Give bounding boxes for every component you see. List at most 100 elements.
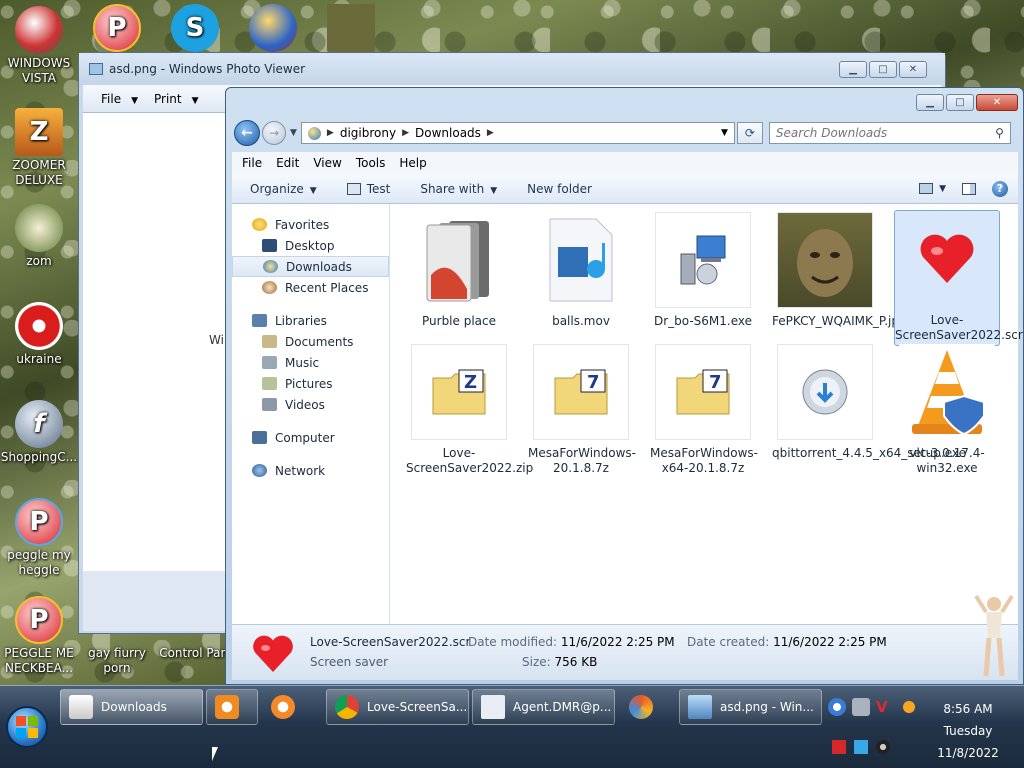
minimize-button[interactable]: ▁ [916,94,944,111]
breadcrumb-separator-icon[interactable]: ▶ [487,128,494,138]
file-item[interactable]: qbittorrent_4.4.5_x64_setup.exe [772,344,966,461]
desktop-icon-peggle[interactable]: P [78,4,156,54]
nav-music[interactable]: Music [232,352,389,373]
address-bar[interactable]: ▶ digibrony ▶ Downloads ▶ ▼ [300,122,735,144]
svg-text:Z: Z [464,372,477,393]
menu-view[interactable]: View [313,156,341,170]
zoomer-icon: Z [15,108,63,156]
desktop-icon-tree[interactable] [312,4,390,54]
nav-documents[interactable]: Documents [232,331,389,352]
nav-videos[interactable]: Videos [232,394,389,415]
file-name: MesaForWindows-x64-20.1.8.7z [650,446,758,475]
breadcrumb-separator-icon[interactable]: ▶ [327,128,334,138]
share-with-button[interactable]: Share with ▼ [420,182,497,196]
taskbar-button-uc-browser[interactable] [262,689,322,725]
desktop-icon [262,239,277,252]
breadcrumb-downloads[interactable]: Downloads [415,126,481,140]
taskbar-button-firefox[interactable] [620,689,674,725]
photo-file-menu[interactable]: File ▼ [101,92,138,106]
desktop-icon-windows-vista[interactable]: WINDOWS VISTA [0,6,78,86]
menu-help[interactable]: Help [399,156,426,170]
nav-recent-places[interactable]: Recent Places [232,277,389,298]
organize-button[interactable]: Organize ▼ [250,182,317,196]
taskbar-button-downloads[interactable]: Downloads [60,689,203,725]
clock[interactable]: 8:56 AM Tuesday 11/8/2022 [930,698,1006,764]
test-button[interactable]: Test [346,182,390,196]
forward-button[interactable]: → [262,121,286,145]
nav-network[interactable]: Network [232,460,389,481]
search-tray-icon[interactable] [900,698,918,716]
taskbar-button-chrome[interactable]: Love-ScreenSa... [326,689,469,725]
maximize-button[interactable]: □ [946,94,974,111]
monitor-tray-icon[interactable] [854,740,868,754]
search-icon[interactable]: ⚲ [995,126,1004,140]
desktop-icon-peggle-neckbeard[interactable]: P PEGGLE ME NECKBEA... [0,596,78,676]
user-folder-icon [307,126,321,140]
preview-pane-button[interactable] [962,182,976,195]
flag-icon[interactable] [832,740,846,754]
search-input[interactable] [775,126,976,140]
taskbar-button-agent[interactable]: Agent.DMR@p... [472,689,615,725]
desktop-icon-gay-fiurry[interactable]: gay fiurry porn [78,646,156,676]
menu-tools[interactable]: Tools [356,156,386,170]
close-button[interactable]: ✕ [976,94,1018,111]
maximize-button[interactable]: □ [869,61,897,78]
chrome-icon [335,695,359,719]
details-pane: Love-ScreenSaver2022.scr Screen saver Da… [232,624,1018,680]
nav-label: Recent Places [285,280,369,295]
menu-label: File [101,91,122,106]
explorer-window[interactable]: ▁ □ ✕ ← → ▼ ▶ digibrony ▶ Downloads ▶ ▼ … [225,87,1024,685]
file-item[interactable]: Purble place [406,212,512,329]
nav-pictures[interactable]: Pictures [232,373,389,394]
file-item[interactable]: balls.mov [528,212,634,329]
nav-desktop[interactable]: Desktop [232,235,389,256]
back-button[interactable]: ← [234,120,260,146]
start-button[interactable] [6,706,48,748]
monitor-icon [346,182,361,195]
file-item[interactable]: vlc-3.0.17.4-win32.exe [894,344,1000,476]
photo-viewer-icon [688,695,712,719]
desktop-icon-peggle-my-heggle[interactable]: P peggle my heggle [0,498,78,578]
antivirus-tray-icon[interactable]: V [876,698,894,716]
volume-icon[interactable] [876,740,890,754]
file-item[interactable]: 7 MesaForWindows-x64-20.1.8.7z [650,344,758,476]
nav-favorites[interactable]: Favorites [232,214,389,235]
change-view-button[interactable]: ▼ [919,183,946,194]
close-button[interactable]: ✕ [899,61,927,78]
taskbar-button-photo-viewer[interactable]: asd.png - Win... [679,689,822,725]
menu-edit[interactable]: Edit [276,156,299,170]
desktop-icon-browser[interactable] [234,4,312,54]
nav-downloads[interactable]: Downloads [232,256,389,277]
breadcrumb-digibrony[interactable]: digibrony [340,126,396,140]
nav-libraries[interactable]: Libraries [232,310,389,331]
qbittorrent-tray-icon[interactable] [828,698,846,716]
help-icon[interactable]: ? [992,180,1008,197]
recent-pages-dropdown[interactable]: ▼ [290,128,297,138]
desktop-icon-zoomer-deluxe[interactable]: Z ZOOMER DELUXE [0,108,78,188]
photo-print-menu[interactable]: Print ▼ [154,92,199,106]
file-item[interactable]: Z Love-ScreenSaver2022.zip [406,344,533,476]
file-item[interactable]: FePKCY_WQAIMK_P.jpg [772,212,907,329]
file-item[interactable]: 7 MesaForWindows-20.1.8.7z [528,344,636,476]
file-item-selected[interactable]: Love-ScreenSaver2022.scr [894,210,1023,346]
new-folder-button[interactable]: New folder [527,182,592,196]
desktop-icon-zom[interactable]: zom [0,204,78,269]
nav-computer[interactable]: Computer [232,427,389,448]
breadcrumb-separator-icon[interactable]: ▶ [402,128,409,138]
minimize-button[interactable]: ▁ [839,61,867,78]
photo-viewer-canvas [83,113,225,571]
menu-file[interactable]: File [242,156,262,170]
window-icon [481,695,505,719]
refresh-button[interactable]: ⟳ [736,122,763,144]
taskbar-button-media-player[interactable] [206,689,258,725]
desktop-icon-skype[interactable]: S [156,4,234,54]
tray-app-icon[interactable] [852,698,870,716]
file-item[interactable]: Dr_bo-S6M1.exe [650,212,756,329]
address-dropdown[interactable]: ▼ [721,128,734,138]
photo-viewer-titlebar[interactable]: asd.png - Windows Photo Viewer [79,53,945,85]
music-icon [262,356,277,369]
desktop-icon-ukraine[interactable]: ukraine [0,302,78,367]
command-label: Share with [420,181,485,196]
desktop-icon-shopping[interactable]: f ShoppingC... [0,400,78,465]
